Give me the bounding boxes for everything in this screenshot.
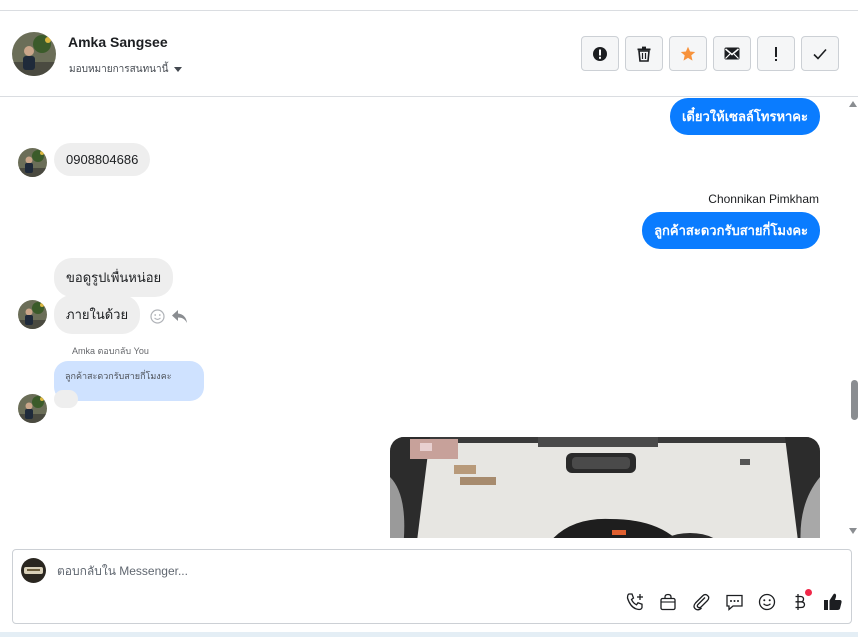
incoming-message[interactable]: ขอดูรูปเพื่นหน่อย (54, 258, 174, 297)
paperclip-icon (693, 593, 710, 611)
incoming-message[interactable]: ภายในด้วย (54, 295, 141, 334)
message-composer (12, 549, 852, 624)
outgoing-message[interactable]: ลูกค้าสะดวกรับสายกี่โมงคะ (642, 212, 820, 249)
outgoing-message[interactable]: เดี๋ยวให้เซลล์โทรหาคะ (669, 98, 820, 135)
spam-button[interactable] (581, 36, 619, 71)
like-button[interactable] (823, 592, 843, 612)
scroll-down-arrow-icon[interactable] (849, 528, 857, 534)
mark-unread-button[interactable] (713, 36, 751, 71)
conversation-actions (581, 36, 839, 71)
message-input[interactable] (57, 564, 757, 578)
message-thread[interactable]: เดี๋ยวให้เซลล์โทรหาคะ 0908804686 Chonnik… (0, 97, 858, 538)
payment-button[interactable] (790, 589, 812, 612)
attach-button[interactable] (691, 592, 711, 612)
scroll-up-arrow-icon[interactable] (849, 101, 857, 107)
scroll-thumb[interactable] (851, 380, 858, 420)
contact-avatar[interactable] (18, 148, 47, 177)
saved-replies-button[interactable] (724, 592, 744, 612)
conversation-header: Amka Sangsee มอบหมายการสนทนานี้ (0, 11, 858, 97)
contact-name[interactable]: Amka Sangsee (68, 34, 168, 50)
caret-down-icon (174, 67, 183, 72)
contact-avatar[interactable] (18, 394, 47, 423)
thumbs-up-icon (824, 593, 842, 610)
incoming-message[interactable]: 0908804686 (54, 143, 151, 176)
star-icon (680, 46, 696, 61)
react-emoji-icon[interactable] (150, 309, 165, 324)
call-button[interactable] (625, 592, 645, 612)
sender-name: Chonnikan Pimkham (708, 192, 819, 206)
contact-avatar[interactable] (18, 300, 47, 329)
messenger-conversation: Amka Sangsee มอบหมายการสนทนานี้ เดี๋ยวให… (0, 0, 858, 637)
baht-icon (795, 594, 806, 610)
mark-done-button[interactable] (801, 36, 839, 71)
saved-reply-icon (725, 594, 743, 611)
emoji-icon (758, 593, 776, 611)
emoji-button[interactable] (757, 592, 777, 612)
alert-circle-icon (593, 46, 607, 61)
assign-conversation-dropdown[interactable]: มอบหมายการสนทนานี้ (69, 62, 183, 77)
shopping-bag-icon (660, 593, 676, 611)
trash-icon (637, 46, 651, 62)
contact-avatar[interactable] (12, 32, 56, 76)
incoming-message[interactable] (54, 390, 78, 408)
bottom-strip (0, 632, 858, 637)
thread-scrollbar[interactable] (848, 97, 858, 538)
message-actions (150, 309, 188, 324)
shop-button[interactable] (658, 592, 678, 612)
exclamation-icon (775, 46, 777, 61)
notification-dot (805, 589, 812, 596)
delete-button[interactable] (625, 36, 663, 71)
envelope-icon (724, 47, 740, 60)
reply-icon[interactable] (171, 309, 188, 324)
check-icon (813, 48, 827, 60)
composer-tools (625, 589, 843, 612)
reply-meta: Amka ตอบกลับ You (72, 346, 149, 356)
follow-up-button[interactable] (669, 36, 707, 71)
phone-plus-icon (626, 593, 643, 611)
car-interior-photo[interactable] (390, 437, 820, 538)
priority-button[interactable] (757, 36, 795, 71)
page-avatar (21, 558, 46, 583)
assign-label: มอบหมายการสนทนานี้ (69, 64, 169, 75)
